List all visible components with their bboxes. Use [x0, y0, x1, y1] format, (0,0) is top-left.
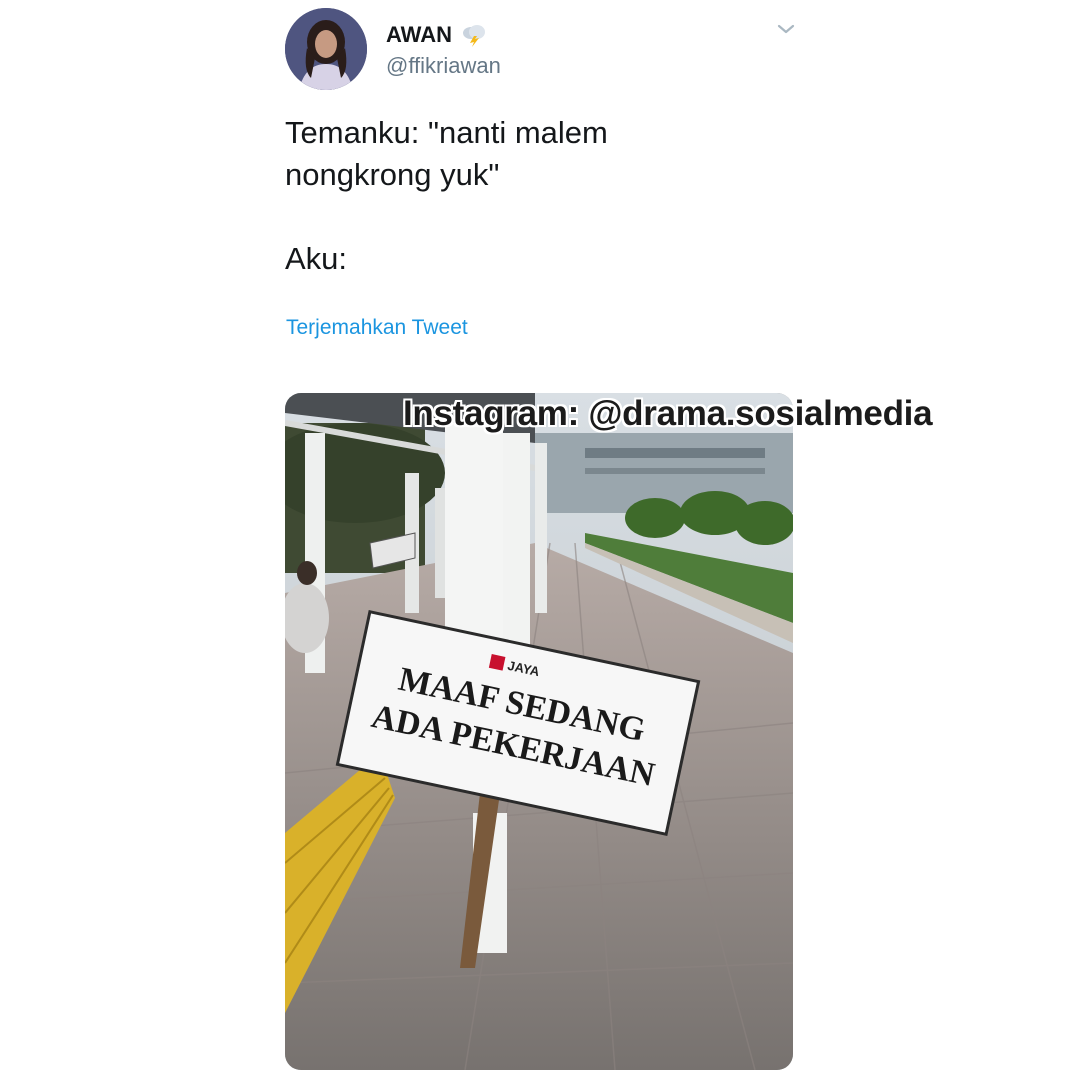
cloud-lightning-icon: [460, 23, 488, 47]
tweet-text-line: Aku:: [285, 241, 348, 276]
instagram-watermark: Instagram: @drama.sosialmedia: [403, 394, 933, 433]
avatar[interactable]: [285, 8, 367, 90]
tweet-text-line: nongkrong yuk": [285, 157, 500, 192]
chevron-down-icon[interactable]: [776, 22, 796, 36]
author-name-row[interactable]: AWAN: [386, 22, 488, 48]
tweet-screenshot: AWAN @ffikriawan Temanku: "nanti malem n…: [0, 0, 1080, 1080]
author-display-name[interactable]: AWAN: [386, 22, 452, 48]
tweet-text-line: Temanku: "nanti malem: [285, 115, 608, 150]
author-handle[interactable]: @ffikriawan: [386, 53, 501, 79]
translate-tweet-link[interactable]: Terjemahkan Tweet: [286, 316, 468, 340]
tweet-photo[interactable]: JAYA MAAF SEDANG ADA PEKERJAAN: [285, 393, 793, 1070]
tweet-text: Temanku: "nanti malem nongkrong yuk" Aku…: [285, 112, 805, 280]
